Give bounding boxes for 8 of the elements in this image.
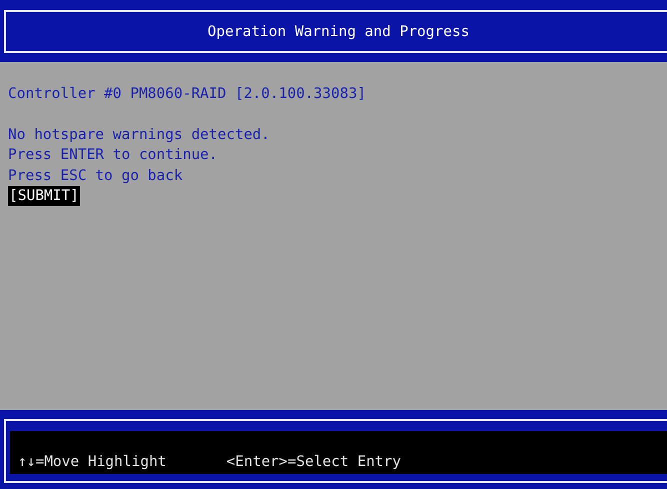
key-hint: ↑↓=Move Highlight [18,454,166,470]
submit-button[interactable]: [SUBMIT] [8,186,80,206]
message-line: Press ENTER to continue. [8,146,219,165]
header-title: Operation Warning and Progress [4,10,667,53]
message-line: No hotspare warnings detected. [8,126,271,144]
message-line: Press ESC to go back [8,166,184,186]
controller-label: Controller #0 PM8060-RAID [2.0.100.33083] [8,85,367,104]
key-hint: <Enter>=Select Entry [226,454,402,470]
